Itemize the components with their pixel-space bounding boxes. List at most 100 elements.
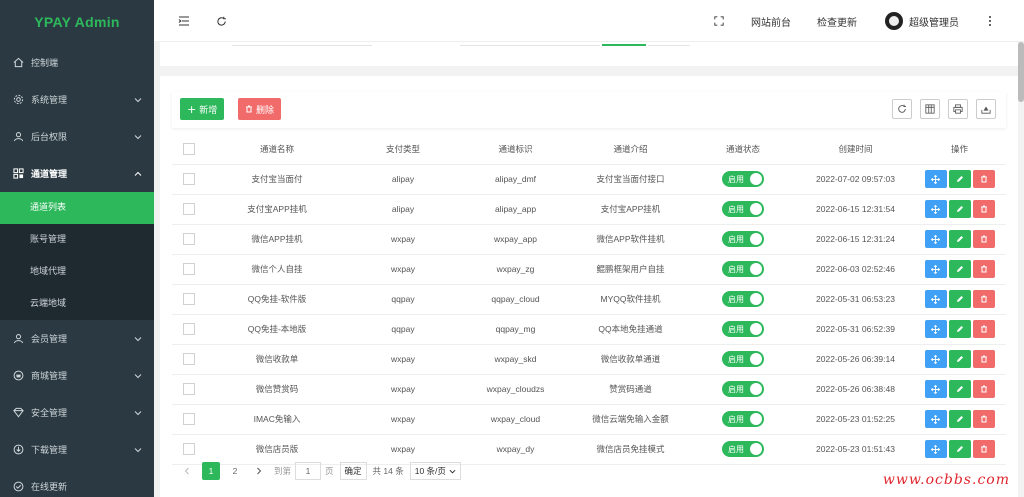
prev-page-icon[interactable] bbox=[178, 462, 196, 480]
user-icon bbox=[12, 131, 24, 143]
status-toggle[interactable]: 启用 bbox=[722, 291, 764, 307]
sidebar-item-permissions[interactable]: 后台权限 bbox=[0, 118, 154, 155]
goto-confirm-button[interactable]: 确定 bbox=[339, 462, 367, 480]
move-button[interactable] bbox=[924, 440, 947, 458]
row-checkbox[interactable] bbox=[183, 353, 195, 365]
move-button[interactable] bbox=[924, 170, 947, 188]
row-checkbox[interactable] bbox=[183, 443, 195, 455]
status-cell: 启用 bbox=[688, 284, 798, 315]
sidebar-item-system[interactable]: 系统管理 bbox=[0, 81, 154, 118]
edit-button[interactable] bbox=[948, 440, 971, 458]
row-checkbox[interactable] bbox=[183, 413, 195, 425]
status-toggle[interactable]: 启用 bbox=[722, 351, 764, 367]
edit-button[interactable] bbox=[948, 230, 971, 248]
edit-button[interactable] bbox=[948, 380, 971, 398]
delete-row-button[interactable] bbox=[972, 410, 995, 428]
move-button[interactable] bbox=[924, 410, 947, 428]
edit-button[interactable] bbox=[948, 260, 971, 278]
trash-icon bbox=[980, 385, 987, 393]
row-checkbox[interactable] bbox=[183, 263, 195, 275]
move-button[interactable] bbox=[924, 230, 947, 248]
trash-icon bbox=[980, 325, 987, 333]
page-scrollbar[interactable] bbox=[1018, 42, 1024, 497]
page-number-input[interactable]: 1 bbox=[295, 462, 322, 480]
edit-button[interactable] bbox=[948, 170, 971, 188]
row-checkbox[interactable] bbox=[183, 173, 195, 185]
status-toggle[interactable]: 启用 bbox=[722, 201, 764, 217]
sidebar-item-label: 系统管理 bbox=[31, 96, 68, 106]
row-select-cell bbox=[172, 254, 206, 285]
delete-row-button[interactable] bbox=[972, 380, 995, 398]
sidebar-item-channels[interactable]: 通道管理 bbox=[0, 155, 154, 192]
delete-row-button[interactable] bbox=[972, 200, 995, 218]
channel-code: qqpay_cloud bbox=[458, 284, 573, 315]
row-checkbox[interactable] bbox=[183, 293, 195, 305]
edit-button[interactable] bbox=[948, 290, 971, 308]
delete-button[interactable]: 删除 bbox=[238, 98, 282, 120]
edit-button[interactable] bbox=[948, 320, 971, 338]
delete-row-button[interactable] bbox=[972, 440, 995, 458]
refresh-icon[interactable] bbox=[216, 0, 227, 42]
status-toggle[interactable]: 启用 bbox=[722, 321, 764, 337]
refresh-table-icon[interactable] bbox=[892, 99, 912, 119]
row-checkbox[interactable] bbox=[183, 203, 195, 215]
sidebar-item-downloads[interactable]: 下载管理 bbox=[0, 431, 154, 468]
move-button[interactable] bbox=[924, 350, 947, 368]
delete-row-button[interactable] bbox=[972, 230, 995, 248]
sidebar-subitem-channel-list[interactable]: 通道列表 bbox=[0, 192, 154, 224]
status-toggle[interactable]: 启用 bbox=[722, 441, 764, 457]
delete-row-button[interactable] bbox=[972, 170, 995, 188]
table-row: 微信赞赏码 wxpay wxpay_cloudzs 赞赏码通道 启用 2022-05-26… bbox=[172, 374, 1006, 405]
next-page-icon[interactable] bbox=[250, 462, 268, 480]
move-icon bbox=[931, 264, 940, 274]
status-toggle[interactable]: 启用 bbox=[722, 171, 764, 187]
delete-row-button[interactable] bbox=[972, 320, 995, 338]
fullscreen-icon[interactable] bbox=[714, 0, 724, 42]
sidebar-subitem-accounts[interactable]: 账号管理 bbox=[0, 224, 154, 256]
page-2-button[interactable]: 2 bbox=[226, 462, 244, 480]
move-button[interactable] bbox=[924, 200, 947, 218]
move-button[interactable] bbox=[924, 320, 947, 338]
status-toggle[interactable]: 启用 bbox=[722, 231, 764, 247]
sidebar-subitem-region-proxy[interactable]: 地域代理 bbox=[0, 256, 154, 288]
menu-toggle-icon[interactable] bbox=[178, 0, 190, 42]
status-toggle[interactable]: 启用 bbox=[722, 411, 764, 427]
add-button[interactable]: + 新增 bbox=[180, 98, 225, 120]
page-size-select[interactable]: 10 条/页 bbox=[409, 462, 461, 480]
scrollbar-thumb[interactable] bbox=[1018, 42, 1024, 102]
columns-icon[interactable] bbox=[920, 99, 940, 119]
sidebar-item-security[interactable]: 安全管理 bbox=[0, 394, 154, 431]
move-button[interactable] bbox=[924, 290, 947, 308]
select-all-checkbox[interactable] bbox=[183, 142, 195, 155]
sidebar-item-dashboard[interactable]: 控制端 bbox=[0, 44, 154, 81]
channel-code: wxpay_cloudzs bbox=[458, 374, 573, 405]
sidebar-item-online-update[interactable]: 在线更新 bbox=[0, 468, 154, 497]
status-toggle[interactable]: 启用 bbox=[722, 261, 764, 277]
more-icon[interactable] bbox=[988, 0, 992, 42]
user-menu[interactable]: 超级管理员 bbox=[885, 0, 959, 42]
delete-row-button[interactable] bbox=[972, 260, 995, 278]
avatar bbox=[885, 12, 903, 30]
move-button[interactable] bbox=[924, 260, 947, 278]
export-icon[interactable] bbox=[976, 99, 996, 119]
edit-button[interactable] bbox=[948, 200, 971, 218]
sidebar-item-shop[interactable]: 商城管理 bbox=[0, 357, 154, 394]
check-update-button[interactable]: 检查更新 bbox=[817, 0, 857, 42]
page-1-button[interactable]: 1 bbox=[202, 462, 220, 480]
sidebar-subitem-cloud-region[interactable]: 云端地域 bbox=[0, 288, 154, 320]
row-checkbox[interactable] bbox=[183, 233, 195, 245]
status-toggle[interactable]: 启用 bbox=[722, 381, 764, 397]
sidebar-item-members[interactable]: 会员管理 bbox=[0, 320, 154, 357]
channel-name: IMAC免输入 bbox=[206, 404, 348, 435]
channel-name: 微信APP挂机 bbox=[206, 224, 348, 255]
sidebar-item-label: 安全管理 bbox=[31, 409, 68, 419]
row-checkbox[interactable] bbox=[183, 383, 195, 395]
row-checkbox[interactable] bbox=[183, 323, 195, 335]
delete-row-button[interactable] bbox=[972, 350, 995, 368]
edit-button[interactable] bbox=[948, 350, 971, 368]
edit-button[interactable] bbox=[948, 410, 971, 428]
move-button[interactable] bbox=[924, 380, 947, 398]
delete-row-button[interactable] bbox=[972, 290, 995, 308]
frontend-link[interactable]: 网站前台 bbox=[751, 0, 791, 42]
print-icon[interactable] bbox=[948, 99, 968, 119]
